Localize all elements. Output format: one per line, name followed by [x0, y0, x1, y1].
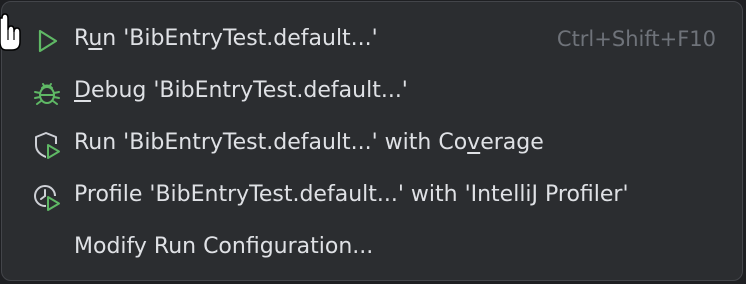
menu-item-modify-run-configuration[interactable]: Modify Run Configuration...	[2, 222, 742, 274]
menu-item-label: Modify Run Configuration...	[74, 234, 374, 259]
menu-item-run[interactable]: Run 'BibEntryTest.default...' Ctrl+Shift…	[2, 14, 742, 66]
menu-item-label: Debug 'BibEntryTest.default...'	[74, 78, 408, 103]
menu-item-label: Run 'BibEntryTest.default...'	[74, 26, 378, 51]
hand-cursor-icon	[0, 13, 21, 51]
keyboard-shortcut: Ctrl+Shift+F10	[556, 27, 716, 51]
menu-item-run-with-coverage[interactable]: Run 'BibEntryTest.default...' with Cover…	[2, 118, 742, 170]
menu-item-label: Profile 'BibEntryTest.default...' with '…	[74, 182, 629, 207]
menu-item-debug[interactable]: Debug 'BibEntryTest.default...'	[2, 66, 742, 118]
debug-icon	[31, 77, 63, 109]
menu-item-profile[interactable]: Profile 'BibEntryTest.default...' with '…	[2, 170, 742, 222]
menu-item-label: Run 'BibEntryTest.default...' with Cover…	[74, 130, 544, 155]
run-icon	[31, 25, 63, 57]
coverage-icon	[31, 129, 63, 161]
run-context-menu: Run 'BibEntryTest.default...' Ctrl+Shift…	[1, 1, 743, 281]
profiler-icon	[31, 181, 63, 213]
